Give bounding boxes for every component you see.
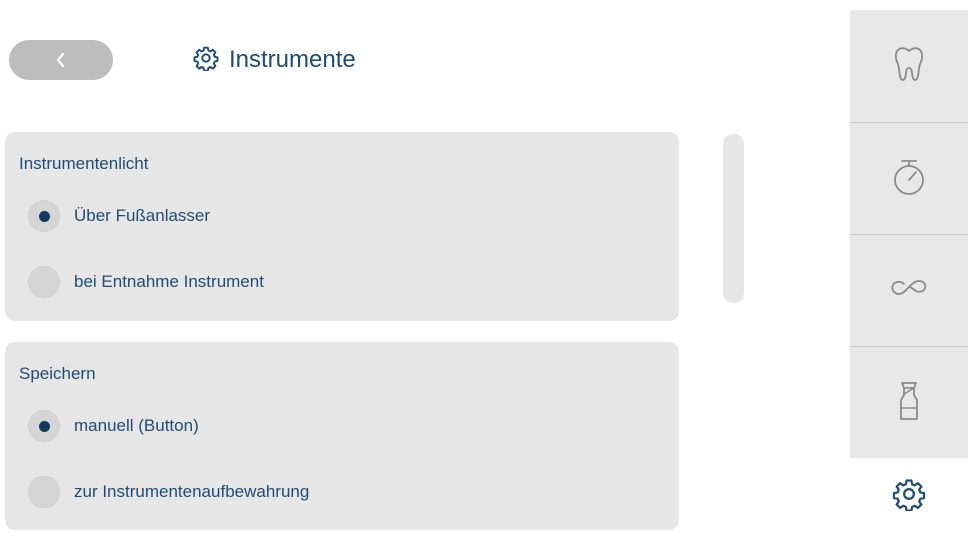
radio-button-selected[interactable] <box>28 200 60 232</box>
radio-label: manuell (Button) <box>74 416 199 435</box>
radio-label: zur Instrumentenaufbewahrung <box>74 482 310 501</box>
sidebar-item-spray[interactable] <box>850 346 968 459</box>
sidebar-item-timer[interactable] <box>850 122 968 235</box>
instrument-light-card: Instrumentenlicht Über Fußanlasser bei E… <box>5 132 679 321</box>
radio-button[interactable] <box>28 266 60 298</box>
sidebar-item-settings[interactable] <box>850 458 968 534</box>
gear-icon <box>892 477 926 516</box>
tooth-icon <box>892 44 926 89</box>
chevron-left-icon <box>54 51 68 69</box>
radio-option-instrument-removal[interactable]: bei Entnahme Instrument <box>28 266 264 298</box>
spray-bottle-icon <box>894 380 924 427</box>
radio-option-manual[interactable]: manuell (Button) <box>28 410 199 442</box>
back-button[interactable] <box>9 40 113 80</box>
sidebar-item-tooth[interactable] <box>850 10 968 122</box>
page-title-text: Instrumente <box>229 46 356 73</box>
scrollbar[interactable] <box>723 134 744 303</box>
radio-button[interactable] <box>28 476 60 508</box>
stopwatch-icon <box>891 157 927 202</box>
radio-button-selected[interactable] <box>28 410 60 442</box>
infinity-icon <box>889 277 929 306</box>
sidebar-item-continuous[interactable] <box>850 234 968 347</box>
gear-icon <box>193 45 219 76</box>
section-heading: Instrumentenlicht <box>19 154 149 173</box>
radio-option-instrument-storage[interactable]: zur Instrumentenaufbewahrung <box>28 476 309 508</box>
radio-option-foot-pedal[interactable]: Über Fußanlasser <box>28 200 210 232</box>
radio-label: Über Fußanlasser <box>74 206 211 225</box>
sidebar <box>850 10 968 458</box>
radio-label: bei Entnahme Instrument <box>74 272 264 291</box>
page-title: Instrumente <box>193 44 356 76</box>
section-heading: Speichern <box>19 364 96 383</box>
save-card: Speichern manuell (Button) zur Instrumen… <box>5 342 679 530</box>
